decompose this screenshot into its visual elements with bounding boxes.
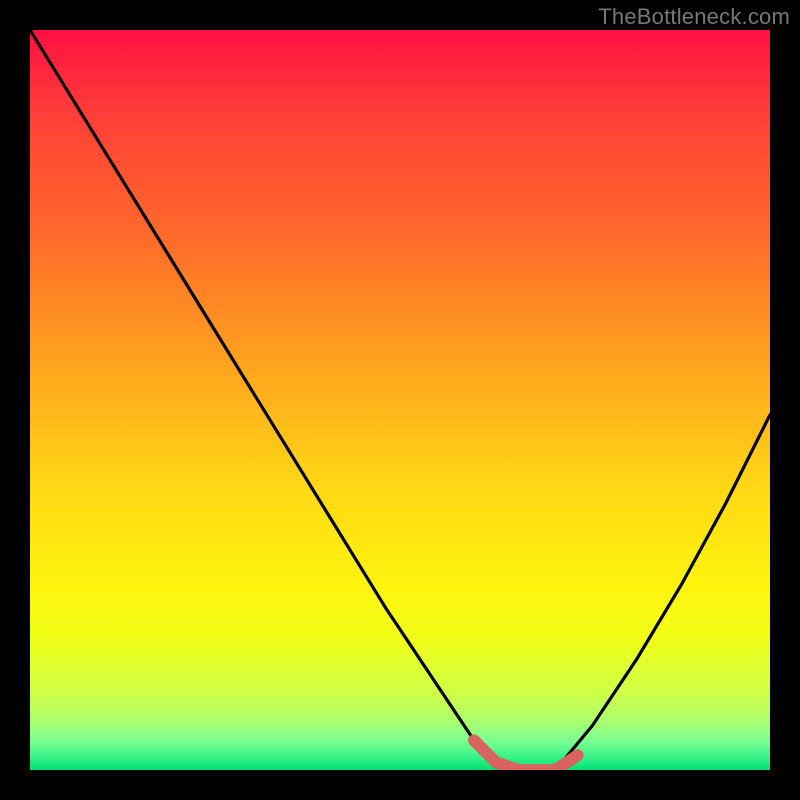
watermark-text: TheBottleneck.com [598,4,790,30]
curve-svg [30,30,770,770]
floor-highlight-path [474,740,578,770]
bottleneck-curve-path [30,30,770,770]
chart-frame: TheBottleneck.com [0,0,800,800]
plot-area [30,30,770,770]
